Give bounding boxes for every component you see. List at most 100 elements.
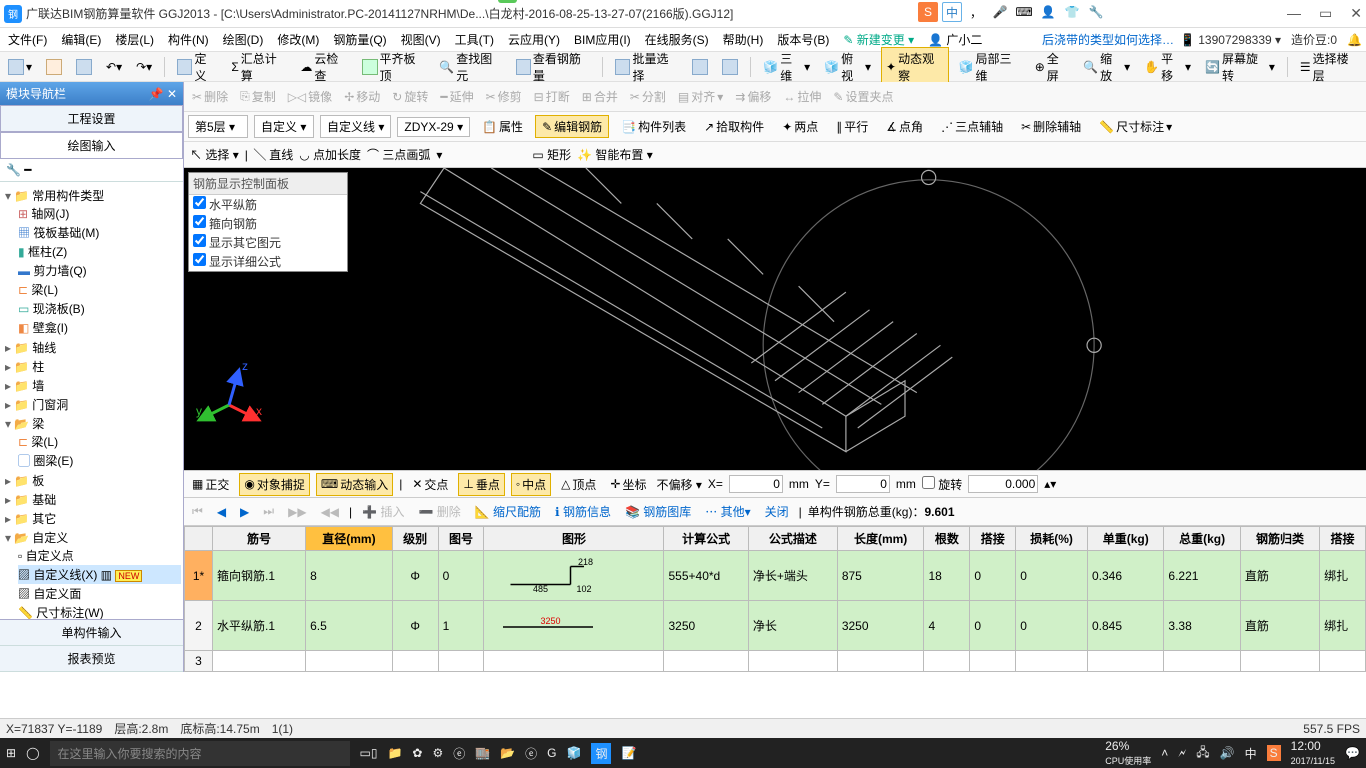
delete-button[interactable]: ✂ 删除 [188, 86, 232, 107]
dimension-button[interactable]: 📏 尺寸标注 ▾ [1093, 116, 1178, 137]
nav2[interactable]: ◀◀ [317, 503, 343, 521]
rotate-button[interactable]: ↻ 旋转 [388, 86, 432, 107]
save-button[interactable] [72, 57, 96, 77]
nav1[interactable]: ▶▶ [284, 503, 310, 521]
scale-button[interactable]: 📐 缩尺配筋 [471, 501, 545, 522]
task-icon[interactable]: ⚙ [432, 746, 443, 760]
ime-mic-icon[interactable]: 🎤 [990, 2, 1010, 22]
col-tw[interactable]: 总重(kg) [1164, 527, 1240, 551]
tree-expand-icon[interactable]: 🔧 [6, 163, 21, 177]
zoom-button[interactable]: 🔍 缩放▾ [1079, 48, 1134, 86]
select-tool[interactable]: ↖ 选择 ▾ [190, 146, 239, 163]
task-icon[interactable]: ⓔ [453, 745, 465, 762]
task-icon[interactable]: G [547, 746, 556, 760]
ime-user-icon[interactable]: 👤 [1038, 2, 1058, 22]
3d-button[interactable]: 🧊 三维▾ [759, 48, 814, 86]
menu-file[interactable]: 文件(F) [4, 29, 51, 50]
tray-vol-icon[interactable]: 🔊 [1220, 746, 1235, 760]
trim-button[interactable]: ✂ 修剪 [482, 86, 526, 107]
cortana-icon[interactable]: ◯ [26, 746, 39, 760]
ime-skin-icon[interactable]: 👕 [1062, 2, 1082, 22]
other-button[interactable]: ⋯ 其他▾ [701, 501, 754, 522]
ime-lang[interactable]: 中 [942, 2, 962, 22]
dynamic-input-button[interactable]: ⌨ 动态输入 [316, 473, 393, 496]
mid-button[interactable]: ◦ 中点 [511, 473, 551, 496]
top-view-button[interactable]: 🧊 俯视▾ [820, 48, 875, 86]
col-cat[interactable]: 钢筋归类 [1240, 527, 1319, 551]
open-button[interactable] [42, 57, 66, 77]
sogou-icon[interactable]: S [918, 2, 938, 22]
tab-draw-input[interactable]: 绘图输入 [0, 132, 183, 159]
rot-spinner[interactable]: ▴▾ [1044, 477, 1056, 491]
tray-notif-icon[interactable]: 💬 [1345, 746, 1360, 760]
col-dj2[interactable]: 搭接 [1320, 527, 1366, 551]
task-view-icon[interactable]: ▭▯ [360, 746, 378, 760]
select-floor-button[interactable]: ☰ 选择楼层 [1296, 48, 1362, 86]
rot-check[interactable]: 旋转 [922, 476, 962, 493]
task-icon[interactable]: 🧊 [567, 746, 582, 760]
arc3-tool[interactable]: ⌒ 三点画弧 [367, 146, 430, 163]
smart-tool[interactable]: ✨ 智能布置 ▾ [577, 146, 653, 163]
next-button[interactable]: ▶ [236, 503, 253, 521]
find-elem-button[interactable]: 🔍 查找图元 [435, 48, 505, 86]
rebar-info-button[interactable]: ℹ 钢筋信息 [551, 501, 615, 522]
intersect-button[interactable]: ✕ 交点 [408, 474, 452, 495]
view-rebar-button[interactable]: 查看钢筋量 [512, 48, 595, 86]
start-button[interactable]: ⊞ [6, 746, 16, 760]
btn-1[interactable] [688, 57, 712, 77]
del-axis-button[interactable]: ✂ 删除辅轴 [1015, 116, 1087, 137]
fullscreen-button[interactable]: ⊕ 全屏 [1031, 48, 1074, 86]
offset-combo[interactable]: 不偏移 ▾ [656, 476, 701, 493]
taskbar-search[interactable]: 在这里输入你要搜索的内容 [50, 741, 350, 766]
coord-button[interactable]: ✛ 坐标 [606, 474, 650, 495]
col-num[interactable]: 筋号 [213, 527, 306, 551]
tray-sogou-icon[interactable]: S [1267, 745, 1281, 761]
three-point-button[interactable]: ⋰ 三点辅轴 [935, 116, 1009, 137]
pan-button[interactable]: ✋ 平移▾ [1140, 48, 1195, 86]
task-icon[interactable]: ✿ [412, 746, 422, 760]
tab-single-input[interactable]: 单构件输入 [0, 620, 183, 646]
copy-button[interactable]: ⎘ 复制 [236, 86, 280, 107]
task-icon[interactable]: 📁 [387, 746, 402, 760]
tab-report[interactable]: 报表预览 [0, 646, 183, 672]
arc-tool[interactable]: ◡ 点加长度 [299, 146, 361, 163]
btn-2[interactable] [718, 57, 742, 77]
task-icon[interactable]: 📝 [621, 746, 636, 760]
align-button[interactable]: ▤ 对齐▾ [674, 86, 727, 107]
3d-viewport[interactable]: 钢筋显示控制面板 水平纵筋 箍向钢筋 显示其它图元 显示详细公式 [184, 168, 1366, 470]
flat-top-button[interactable]: 平齐板顶 [358, 48, 429, 86]
pin-icon[interactable]: 📌 [149, 87, 164, 101]
ime-tool-icon[interactable]: 🔧 [1086, 2, 1106, 22]
ime-punct-icon[interactable]: ， [966, 2, 986, 22]
minimize-button[interactable]: — [1287, 5, 1301, 22]
tray-clock[interactable]: 12:002017/11/15 [1291, 739, 1335, 767]
line-combo[interactable]: 自定义线 ▾ [320, 115, 391, 138]
task-icon-active[interactable]: 钢 [591, 743, 611, 764]
col-loss[interactable]: 损耗(%) [1016, 527, 1088, 551]
prev-button[interactable]: ◀ [213, 503, 230, 521]
phone-label[interactable]: 📱 13907298339 ▾ [1180, 33, 1281, 47]
tray-battery-icon[interactable]: 🗲 [1178, 746, 1186, 761]
point-angle-button[interactable]: ∡ 点角 [880, 116, 929, 137]
move-button[interactable]: ✢ 移动 [340, 86, 384, 107]
ime-keyboard-icon[interactable]: ⌨ [1014, 2, 1034, 22]
col-dj[interactable]: 搭接 [970, 527, 1016, 551]
rect-tool[interactable]: ▭ 矩形 [532, 146, 571, 163]
first-button[interactable]: ⏮ [188, 502, 207, 521]
insert-button[interactable]: ➕ 插入 [358, 501, 408, 522]
rebar-grid[interactable]: 筋号 直径(mm) 级别 图号 图形 计算公式 公式描述 长度(mm) 根数 搭… [184, 526, 1366, 672]
parallel-button[interactable]: ∥ 平行 [830, 116, 874, 137]
coin-icon[interactable]: 🔔 [1347, 33, 1362, 47]
col-dia[interactable]: 直径(mm) [306, 527, 393, 551]
maximize-button[interactable]: ▭ [1319, 5, 1332, 22]
del-button[interactable]: ➖ 删除 [414, 501, 464, 522]
property-button[interactable]: 📋 属性 [476, 116, 529, 137]
col-tu[interactable]: 图号 [438, 527, 484, 551]
break-button[interactable]: ⊟ 打断 [530, 86, 574, 107]
close-button[interactable]: ✕ [1350, 5, 1362, 22]
cloud-check-button[interactable]: ☁ 云检查 [296, 48, 352, 86]
mirror-button[interactable]: ▷◁ 镜像 [284, 86, 336, 107]
menu-floor[interactable]: 楼层(L) [111, 29, 158, 50]
col-uw[interactable]: 单重(kg) [1088, 527, 1164, 551]
redo-button[interactable]: ↷▾ [132, 58, 156, 76]
